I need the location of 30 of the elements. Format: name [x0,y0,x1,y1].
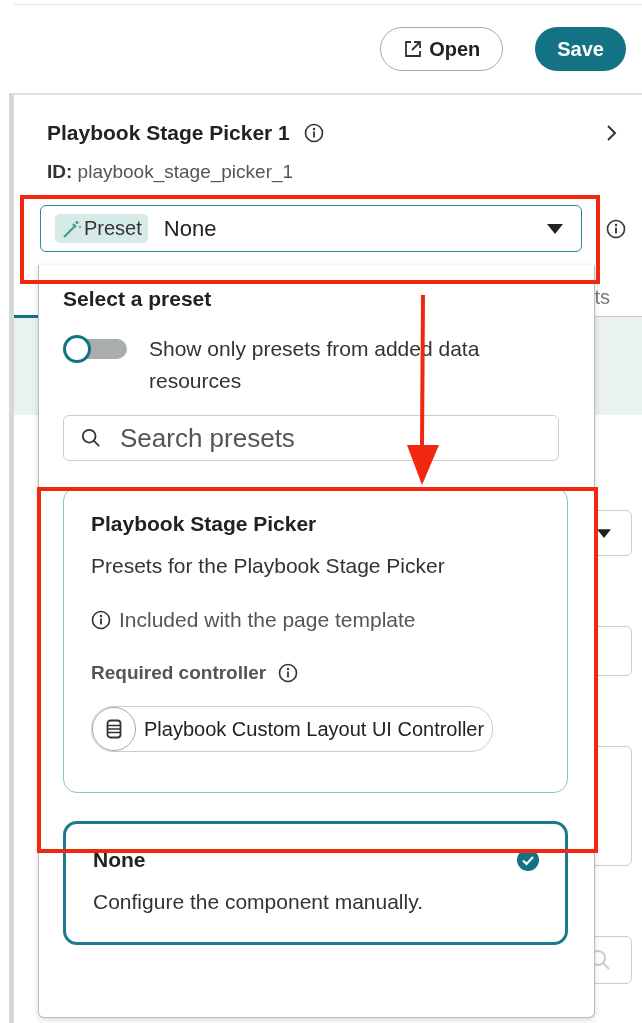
external-link-icon [403,39,424,59]
preset-description: Configure the component manually. [93,889,424,915]
database-icon [106,719,122,739]
dropdown-heading: Select a preset [63,287,213,311]
magic-wand-icon [61,218,81,239]
requirement-label: Required controller [91,662,267,684]
info-icon [606,218,626,239]
tab[interactable]: ts [594,286,610,309]
search-field[interactable]: Search presets [63,415,559,461]
preset-title: Playbook Stage Picker [91,512,317,536]
preset-dropdown[interactable]: Preset None [40,205,582,252]
preset-description: Presets for the Playbook Stage Picker [91,553,446,579]
info-icon [91,610,111,630]
preset-value: None [163,215,218,242]
preset-card[interactable]: None Configure the component manually. [63,821,568,945]
component-id: ID: playbook_stage_picker_1 [46,160,295,183]
info-icon [303,123,324,143]
save-button[interactable]: Save [535,27,626,71]
caret-down-icon [547,223,563,234]
open-button[interactable]: Open [380,27,504,71]
preset-title: None [93,848,146,872]
search-icon [81,428,101,448]
component-title: Playbook Stage Picker 1 [47,121,290,145]
preset-chip: Preset [55,214,148,243]
toggle-switch[interactable] [63,335,127,363]
preset-note: Included with the page template [119,608,416,632]
info-icon [278,663,299,683]
controller-chip: Playbook Custom Layout UI Controller [91,706,494,752]
caret-down-icon [597,528,611,538]
chevron-right-icon[interactable] [606,124,618,142]
